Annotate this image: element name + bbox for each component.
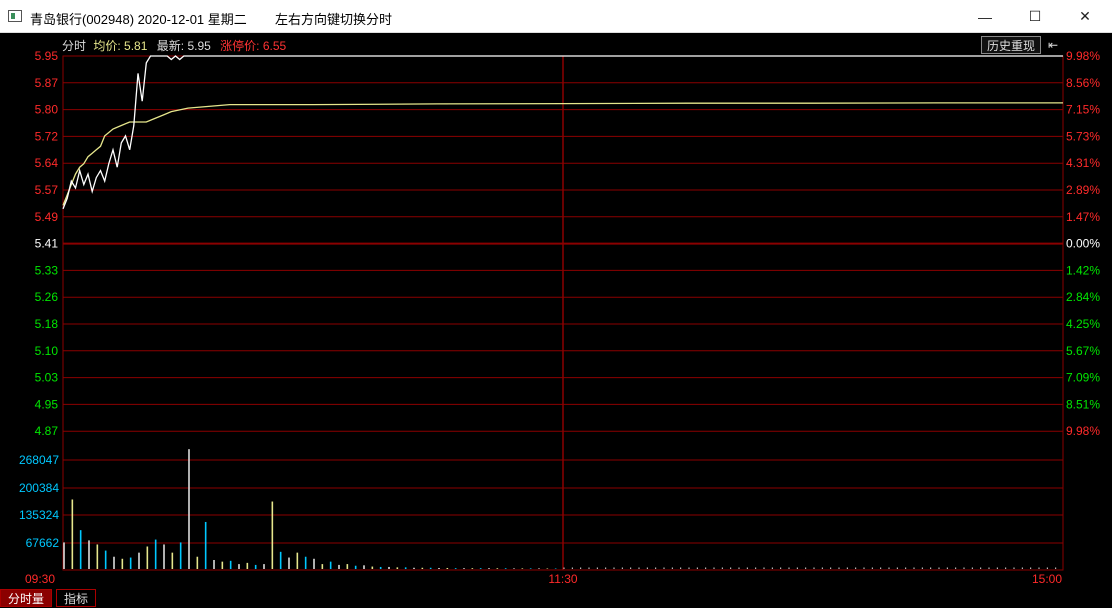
time-tick-label: 15:00 [1032,572,1062,586]
price-tick-label: 5.26 [35,290,59,304]
price-tick-label: 5.87 [35,76,59,90]
window-hint: 左右方向键切换分时 [275,12,393,27]
percent-tick-label: 5.73% [1066,129,1100,143]
chart-area[interactable]: 5.95 9.98% 5.87 8.56% 5.80 7.15% 5.72 5.73% 5.64… [0,34,1112,608]
avg-price-value: 5.81 [124,39,148,53]
minimize-button[interactable]: — [962,0,1008,33]
percent-tick-label: 7.09% [1066,371,1100,385]
percent-tick-label: 2.89% [1066,183,1100,197]
volume-tick-label: 67662 [26,536,60,550]
chart-info-bar: 分时 均价: 5.81 最新: 5.95 涨停价: 6.55 [62,37,286,54]
percent-tick-label: 5.67% [1066,344,1100,358]
percent-tick-label: 4.25% [1066,317,1100,331]
price-tick-label: 5.41 [35,237,59,251]
maximize-button[interactable]: ☐ [1012,0,1058,33]
percent-tick-label: 8.56% [1066,76,1100,90]
percent-tick-label: 9.98% [1066,49,1100,63]
tab-indicator[interactable]: 指标 [56,589,96,607]
history-replay-button[interactable]: 历史重现 [981,36,1041,54]
limit-up-value: 6.55 [262,39,287,53]
last-price-value: 5.95 [187,39,211,53]
percent-tick-label: 4.31% [1066,156,1100,170]
maximize-icon: ☐ [1028,8,1042,24]
time-tick-label: 11:30 [548,572,577,586]
price-tick-label: 5.10 [35,344,59,358]
app-icon [8,10,22,22]
price-tick-label: 5.64 [35,156,59,170]
close-button[interactable]: ✕ [1062,0,1108,33]
price-tick-label: 5.03 [35,371,59,385]
close-icon: ✕ [1079,8,1091,24]
fenshi-label: 分时 [62,39,87,53]
price-tick-label: 4.87 [35,424,59,438]
window-title: 青岛银行(002948) 2020-12-01 星期二 [30,12,247,27]
price-tick-label: 5.57 [35,183,59,197]
price-tick-label: 5.49 [35,210,59,224]
price-tick-label: 4.95 [35,397,59,411]
percent-tick-label: 2.84% [1066,290,1100,304]
price-tick-label: 5.80 [35,103,59,117]
volume-tick-label: 200384 [19,481,59,495]
avg-price-label: 均价: [93,39,121,53]
volume-tick-label: 268047 [19,453,59,467]
title-bar: 青岛银行(002948) 2020-12-01 星期二 左右方向键切换分时 — … [0,0,1112,33]
price-tick-label: 5.72 [35,129,59,143]
percent-tick-label: 9.98% [1066,424,1100,438]
tab-volume[interactable]: 分时量 [0,589,52,607]
percent-tick-label: 1.42% [1066,263,1100,277]
price-tick-label: 5.95 [35,49,59,63]
percent-tick-label: 7.15% [1066,103,1100,117]
last-price-label: 最新: [156,39,185,53]
percent-tick-label: 0.00% [1066,237,1100,251]
intraday-chart[interactable]: 5.95 9.98% 5.87 8.56% 5.80 7.15% 5.72 5.73% 5.64… [0,34,1112,608]
jump-to-start-icon[interactable]: ⇤ [1044,36,1062,54]
time-tick-label: 09:30 [25,572,55,586]
minimize-icon: — [978,8,992,25]
percent-tick-label: 8.51% [1066,397,1100,411]
price-tick-label: 5.33 [35,263,59,277]
percent-tick-label: 1.47% [1066,210,1100,224]
limit-up-label: 涨停价: [220,39,260,53]
volume-tick-label: 135324 [19,508,59,522]
price-tick-label: 5.18 [35,317,59,331]
